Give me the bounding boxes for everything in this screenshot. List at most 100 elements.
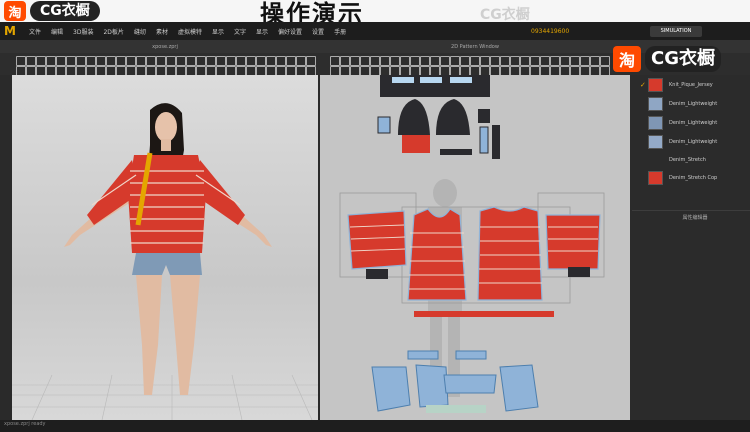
- measure-icon[interactable]: [216, 56, 226, 66]
- measure-icon[interactable]: [360, 56, 370, 66]
- taobao-badge-icon: 淘: [4, 1, 26, 21]
- fabric-item[interactable]: Denim_Lightweight: [640, 97, 750, 111]
- fabric-label: Denim_Stretch: [669, 157, 706, 163]
- avatar-icon[interactable]: [56, 56, 66, 66]
- fabric-item[interactable]: Denim_Lightweight: [640, 116, 750, 130]
- pin-icon[interactable]: [470, 56, 480, 66]
- fold-icon[interactable]: [530, 56, 540, 66]
- move-icon[interactable]: [450, 56, 460, 66]
- avatar-icon[interactable]: [126, 56, 136, 66]
- menu-manual[interactable]: 手册: [329, 27, 351, 36]
- move-icon[interactable]: [166, 56, 176, 66]
- pin-icon[interactable]: [116, 56, 126, 66]
- menu-2d-pattern[interactable]: 2D板片: [98, 27, 128, 36]
- menu-sewing[interactable]: 缝纫: [129, 27, 151, 36]
- menu-display[interactable]: 显示: [207, 27, 229, 36]
- promo-banner: 淘 CG衣橱 操作演示 CG衣橱: [0, 0, 750, 28]
- move-icon[interactable]: [306, 56, 316, 66]
- menu-display-2[interactable]: 显示: [251, 27, 273, 36]
- measure-icon[interactable]: [76, 56, 86, 66]
- measure-icon[interactable]: [500, 56, 510, 66]
- menu-avatar[interactable]: 虚拟模特: [173, 27, 207, 36]
- fabric-icon[interactable]: [206, 56, 216, 66]
- fold-icon[interactable]: [176, 56, 186, 66]
- fold-icon[interactable]: [460, 56, 470, 66]
- pattern-tools: [322, 76, 334, 131]
- shirt-pieces: [347, 206, 601, 301]
- property-editor-title: 属性编辑器: [682, 215, 708, 221]
- fabric-swatch: [648, 97, 663, 111]
- move-icon[interactable]: [96, 56, 106, 66]
- select-icon[interactable]: [580, 56, 590, 66]
- simulation-button[interactable]: SIMULATION: [650, 26, 702, 37]
- pin-icon[interactable]: [46, 56, 56, 66]
- menu-preferences[interactable]: 偏好设置: [273, 27, 307, 36]
- menu-materials[interactable]: 素材: [151, 27, 173, 36]
- fabric-icon[interactable]: [490, 56, 500, 66]
- measure-icon[interactable]: [286, 56, 296, 66]
- pin-icon[interactable]: [400, 56, 410, 66]
- fabric-icon[interactable]: [420, 56, 430, 66]
- check-icon: ✓: [640, 81, 646, 89]
- left-tool-strip: [0, 75, 12, 420]
- select-icon[interactable]: [16, 56, 26, 66]
- fabric-item[interactable]: ✓ Knit_Pique_Jersey: [640, 78, 750, 92]
- 3d-viewport[interactable]: [12, 75, 318, 421]
- fabric-icon[interactable]: [276, 56, 286, 66]
- fabric-icon[interactable]: [560, 56, 570, 66]
- move-icon[interactable]: [590, 56, 600, 66]
- 2d-pattern-window[interactable]: [320, 75, 630, 420]
- fabric-swatch: [648, 153, 663, 167]
- pattern-canvas: [339, 75, 605, 413]
- pin-icon[interactable]: [330, 56, 340, 66]
- app-logo-icon[interactable]: M: [4, 23, 20, 39]
- fabric-icon[interactable]: [350, 56, 360, 66]
- fold-icon[interactable]: [600, 56, 610, 66]
- pin-icon[interactable]: [540, 56, 550, 66]
- select-icon[interactable]: [86, 56, 96, 66]
- measure-icon[interactable]: [570, 56, 580, 66]
- avatar-icon[interactable]: [340, 56, 350, 66]
- select-icon[interactable]: [156, 56, 166, 66]
- avatar-icon[interactable]: [196, 56, 206, 66]
- menu-settings[interactable]: 设置: [307, 27, 329, 36]
- fold-icon[interactable]: [246, 56, 256, 66]
- move-icon[interactable]: [520, 56, 530, 66]
- avatar-icon[interactable]: [550, 56, 560, 66]
- avatar-render: [12, 103, 318, 421]
- select-icon[interactable]: [510, 56, 520, 66]
- fold-icon[interactable]: [36, 56, 46, 66]
- view3d-title: xpose.zprj: [152, 44, 178, 50]
- fabric-label: Knit_Pique_Jersey: [669, 82, 713, 88]
- fabric-item[interactable]: Denim_Stretch: [640, 153, 750, 167]
- avatar-icon[interactable]: [480, 56, 490, 66]
- select-icon[interactable]: [296, 56, 306, 66]
- move-icon[interactable]: [26, 56, 36, 66]
- select-icon[interactable]: [226, 56, 236, 66]
- brand-overlay: 淘 CG衣橱: [613, 46, 721, 72]
- fabric-label: Denim_Lightweight: [669, 139, 718, 145]
- move-icon[interactable]: [236, 56, 246, 66]
- menu-edit[interactable]: 编辑: [46, 27, 68, 36]
- menu-3d-garment[interactable]: 3D服装: [68, 27, 98, 36]
- fabric-icon[interactable]: [66, 56, 76, 66]
- fold-icon[interactable]: [390, 56, 400, 66]
- select-icon[interactable]: [370, 56, 380, 66]
- fold-icon[interactable]: [106, 56, 116, 66]
- avatar-icon[interactable]: [410, 56, 420, 66]
- move-icon[interactable]: [380, 56, 390, 66]
- measure-icon[interactable]: [146, 56, 156, 66]
- menu-text[interactable]: 文字: [229, 27, 251, 36]
- pin-icon[interactable]: [186, 56, 196, 66]
- select-icon[interactable]: [440, 56, 450, 66]
- fabric-item[interactable]: Denim_Stretch Cop: [640, 171, 750, 185]
- menu-file[interactable]: 文件: [24, 27, 46, 36]
- avatar-icon[interactable]: [266, 56, 276, 66]
- fabric-swatch: [648, 116, 663, 130]
- fabric-icon[interactable]: [136, 56, 146, 66]
- measure-icon[interactable]: [430, 56, 440, 66]
- menu-bar: M 文件 编辑 3D服装 2D板片 缝纫 素材 虚拟模特 显示 文字 显示 偏好…: [0, 22, 750, 40]
- fabric-item[interactable]: Denim_Lightweight: [640, 135, 750, 149]
- pin-icon[interactable]: [256, 56, 266, 66]
- divider: [632, 210, 750, 211]
